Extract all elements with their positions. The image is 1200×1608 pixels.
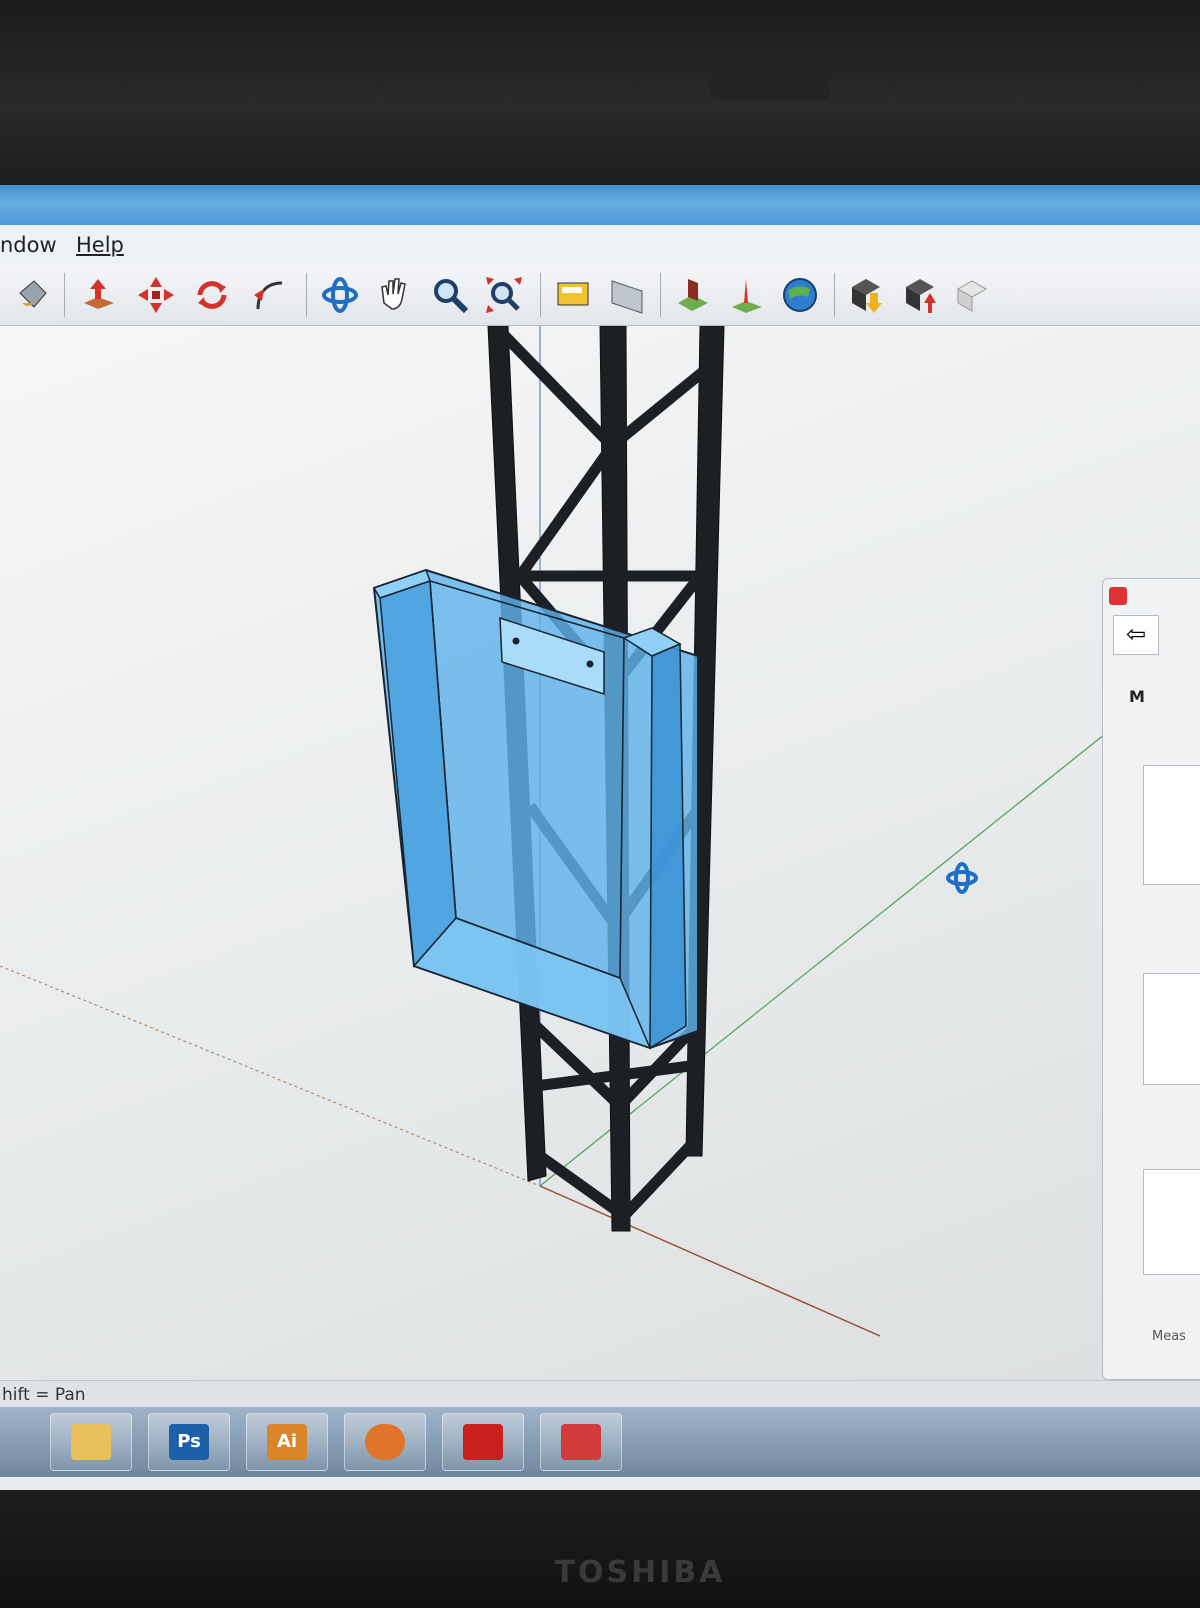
laptop-bezel-bottom: [0, 1490, 1200, 1608]
taskbar-item-sketchup[interactable]: [540, 1413, 622, 1471]
taskbar-item-folder[interactable]: [50, 1413, 132, 1471]
folder-icon: [71, 1424, 111, 1460]
taskbar-item-photoshop[interactable]: Ps: [148, 1413, 230, 1471]
laptop-bezel-top: [0, 0, 1200, 190]
photoshop-icon: Ps: [169, 1424, 209, 1460]
push-pull-icon[interactable]: [76, 273, 120, 317]
screw-hole: [512, 637, 520, 645]
toolbar: [0, 265, 1200, 326]
tray-preview-box[interactable]: [1143, 765, 1200, 885]
zoom-icon[interactable]: [428, 273, 472, 317]
orbit-icon[interactable]: [318, 273, 362, 317]
toolbar-separator: [64, 273, 65, 317]
paint-bucket-icon[interactable]: [12, 273, 56, 317]
screw-hole: [586, 660, 594, 668]
follow-me-icon[interactable]: [246, 273, 290, 317]
media-player-icon: [365, 1424, 405, 1460]
rotate-icon[interactable]: [190, 273, 234, 317]
menu-window[interactable]: ndow: [0, 233, 57, 257]
sketchup-logo-icon: [1109, 587, 1127, 605]
share-component-icon[interactable]: [950, 273, 994, 317]
title-bar: [0, 185, 1200, 225]
toolbar-separator: [834, 273, 835, 317]
model-canvas: [0, 326, 1141, 1337]
back-arrow-icon[interactable]: ⇦: [1113, 615, 1159, 655]
share-model-icon[interactable]: [898, 273, 942, 317]
add-location-icon[interactable]: [670, 273, 714, 317]
red-axis: [539, 1185, 881, 1337]
status-bar: hift = Pan Meas: [0, 1329, 1200, 1409]
orbit-cursor: [946, 862, 978, 894]
acrobat-icon: [463, 1424, 503, 1460]
status-hint: hift = Pan: [2, 1385, 86, 1405]
drawing-viewport[interactable]: ⇦ M: [0, 326, 1200, 1396]
illustrator-icon: Ai: [267, 1424, 307, 1460]
get-models-icon[interactable]: [844, 273, 888, 317]
holder-right-side: [649, 642, 687, 1050]
toolbar-separator: [660, 273, 661, 317]
pan-icon[interactable]: [372, 273, 416, 317]
brochure-holder: [372, 568, 699, 1050]
menu-help[interactable]: Help: [76, 233, 124, 257]
menu-bar: ndow Help: [0, 225, 1200, 266]
section-display-icon[interactable]: [606, 273, 650, 317]
taskbar-item-acrobat[interactable]: [442, 1413, 524, 1471]
tray-preview-box[interactable]: [1143, 1169, 1200, 1275]
section-plane-icon[interactable]: [552, 273, 596, 317]
sketchup-window: ndow Help ⇦ M hift = Pan Meas Ps Ai: [0, 185, 1200, 1495]
taskbar-item-media-player[interactable]: [344, 1413, 426, 1471]
laptop-brand-logo: TOSHIBA: [554, 1555, 726, 1590]
sketchup-icon: [561, 1424, 601, 1460]
webcam: [710, 70, 830, 100]
zoom-extents-icon[interactable]: [482, 273, 526, 317]
measurements-label: Meas: [1152, 1329, 1186, 1344]
toggle-terrain-icon[interactable]: [724, 273, 768, 317]
tray-tab-label[interactable]: M: [1129, 687, 1145, 706]
toolbar-separator: [540, 273, 541, 317]
red-axis-dashed: [0, 965, 541, 1187]
tray-preview-box[interactable]: [1143, 973, 1200, 1085]
move-icon[interactable]: [134, 273, 178, 317]
toolbar-separator: [306, 273, 307, 317]
taskbar-item-illustrator[interactable]: Ai: [246, 1413, 328, 1471]
windows-taskbar: Ps Ai: [0, 1407, 1200, 1477]
components-tray: ⇦ M: [1102, 578, 1200, 1380]
google-earth-icon[interactable]: [778, 273, 822, 317]
